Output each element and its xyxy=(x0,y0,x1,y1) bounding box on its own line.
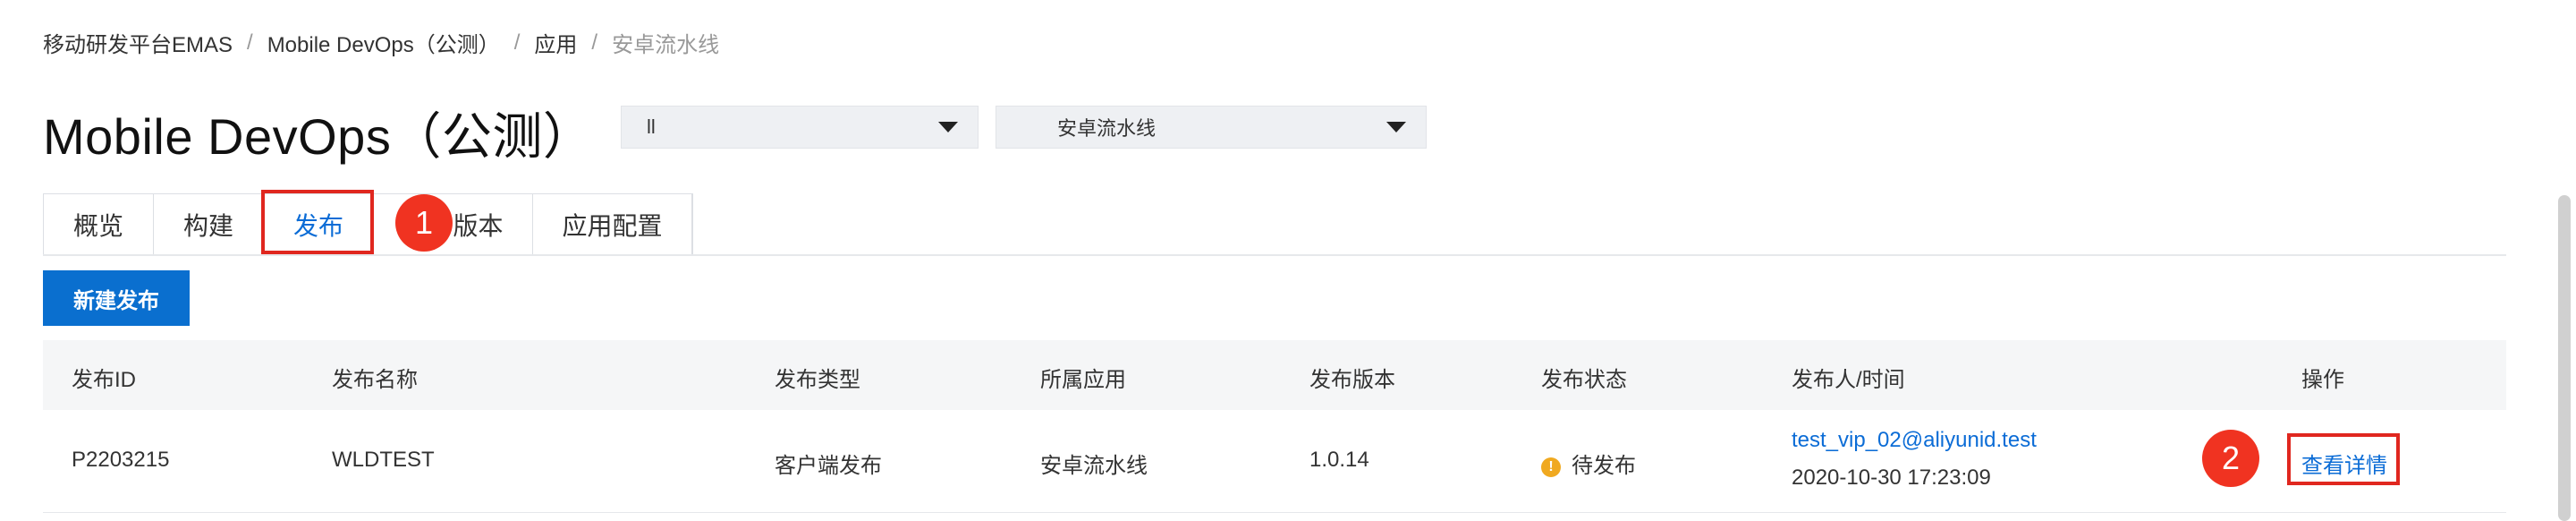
column-header-type: 发布类型 xyxy=(775,368,860,392)
step-marker-2: 2 xyxy=(2202,430,2259,487)
column-header-status: 发布状态 xyxy=(1541,368,1627,392)
breadcrumb: 移动研发平台EMAS / Mobile DevOps（公测） / 应用 / 安卓… xyxy=(43,27,719,58)
column-header-id: 发布ID xyxy=(72,368,136,392)
column-header-version: 发布版本 xyxy=(1309,368,1395,392)
table-header: 发布ID 发布名称 发布类型 所属应用 发布版本 发布状态 发布人/时间 操作 xyxy=(43,340,2506,411)
warning-icon: ! xyxy=(1541,457,1561,477)
tab-divider xyxy=(43,254,2506,256)
release-status-text: 待发布 xyxy=(1572,454,1636,478)
breadcrumb-separator: / xyxy=(247,30,253,55)
column-header-action: 操作 xyxy=(2301,368,2344,392)
table-row: P2203215 WLDTEST 客户端发布 安卓流水线 1.0.14 ! 待发布… xyxy=(43,410,2506,513)
tab-label: 概览 xyxy=(72,212,123,240)
publisher-email[interactable]: test_vip_02@aliyunid.test xyxy=(1792,428,2037,453)
breadcrumb-separator: / xyxy=(513,30,521,55)
vertical-scrollbar[interactable] xyxy=(2558,195,2571,521)
highlight-box-release-tab xyxy=(261,190,374,254)
pipeline-select[interactable]: 安卓流水线 xyxy=(996,106,1427,149)
breadcrumb-item-app[interactable]: 应用 xyxy=(534,27,577,58)
chevron-down-icon xyxy=(938,122,958,132)
pipeline-select-value: 安卓流水线 xyxy=(1057,117,1157,140)
chevron-down-icon xyxy=(1386,122,1406,132)
tab-overview[interactable]: 概览 xyxy=(44,194,154,255)
column-header-app: 所属应用 xyxy=(1040,368,1126,392)
breadcrumb-item-devops[interactable]: Mobile DevOps（公测） xyxy=(267,27,500,58)
release-type: 客户端发布 xyxy=(775,454,882,478)
release-id: P2203215 xyxy=(72,448,170,472)
column-header-publisher: 发布人/时间 xyxy=(1792,368,1905,392)
tab-label: 版本 xyxy=(453,212,504,240)
tab-label: 构建 xyxy=(182,212,233,240)
tab-label: 应用配置 xyxy=(562,212,663,240)
app-group-select-value: ll xyxy=(647,115,656,138)
release-version: 1.0.14 xyxy=(1309,448,1369,472)
release-app: 安卓流水线 xyxy=(1040,454,1148,478)
tab-app-config[interactable]: 应用配置 xyxy=(533,194,692,255)
tab-build[interactable]: 构建 xyxy=(154,194,264,255)
breadcrumb-item-emas[interactable]: 移动研发平台EMAS xyxy=(43,27,233,58)
app-group-select[interactable]: ll xyxy=(621,106,979,149)
breadcrumb-separator: / xyxy=(591,30,598,55)
step-marker-1: 1 xyxy=(395,194,453,252)
new-release-button[interactable]: 新建发布 xyxy=(43,270,190,326)
breadcrumb-current: 安卓流水线 xyxy=(612,33,720,57)
publish-time: 2020-10-30 17:23:09 xyxy=(1792,465,1991,490)
column-header-name: 发布名称 xyxy=(332,368,418,392)
highlight-box-view-details xyxy=(2287,433,2400,485)
page-title: Mobile DevOps（公测） xyxy=(43,108,594,165)
release-status: ! 待发布 xyxy=(1541,448,1636,479)
release-name: WLDTEST xyxy=(332,448,435,472)
